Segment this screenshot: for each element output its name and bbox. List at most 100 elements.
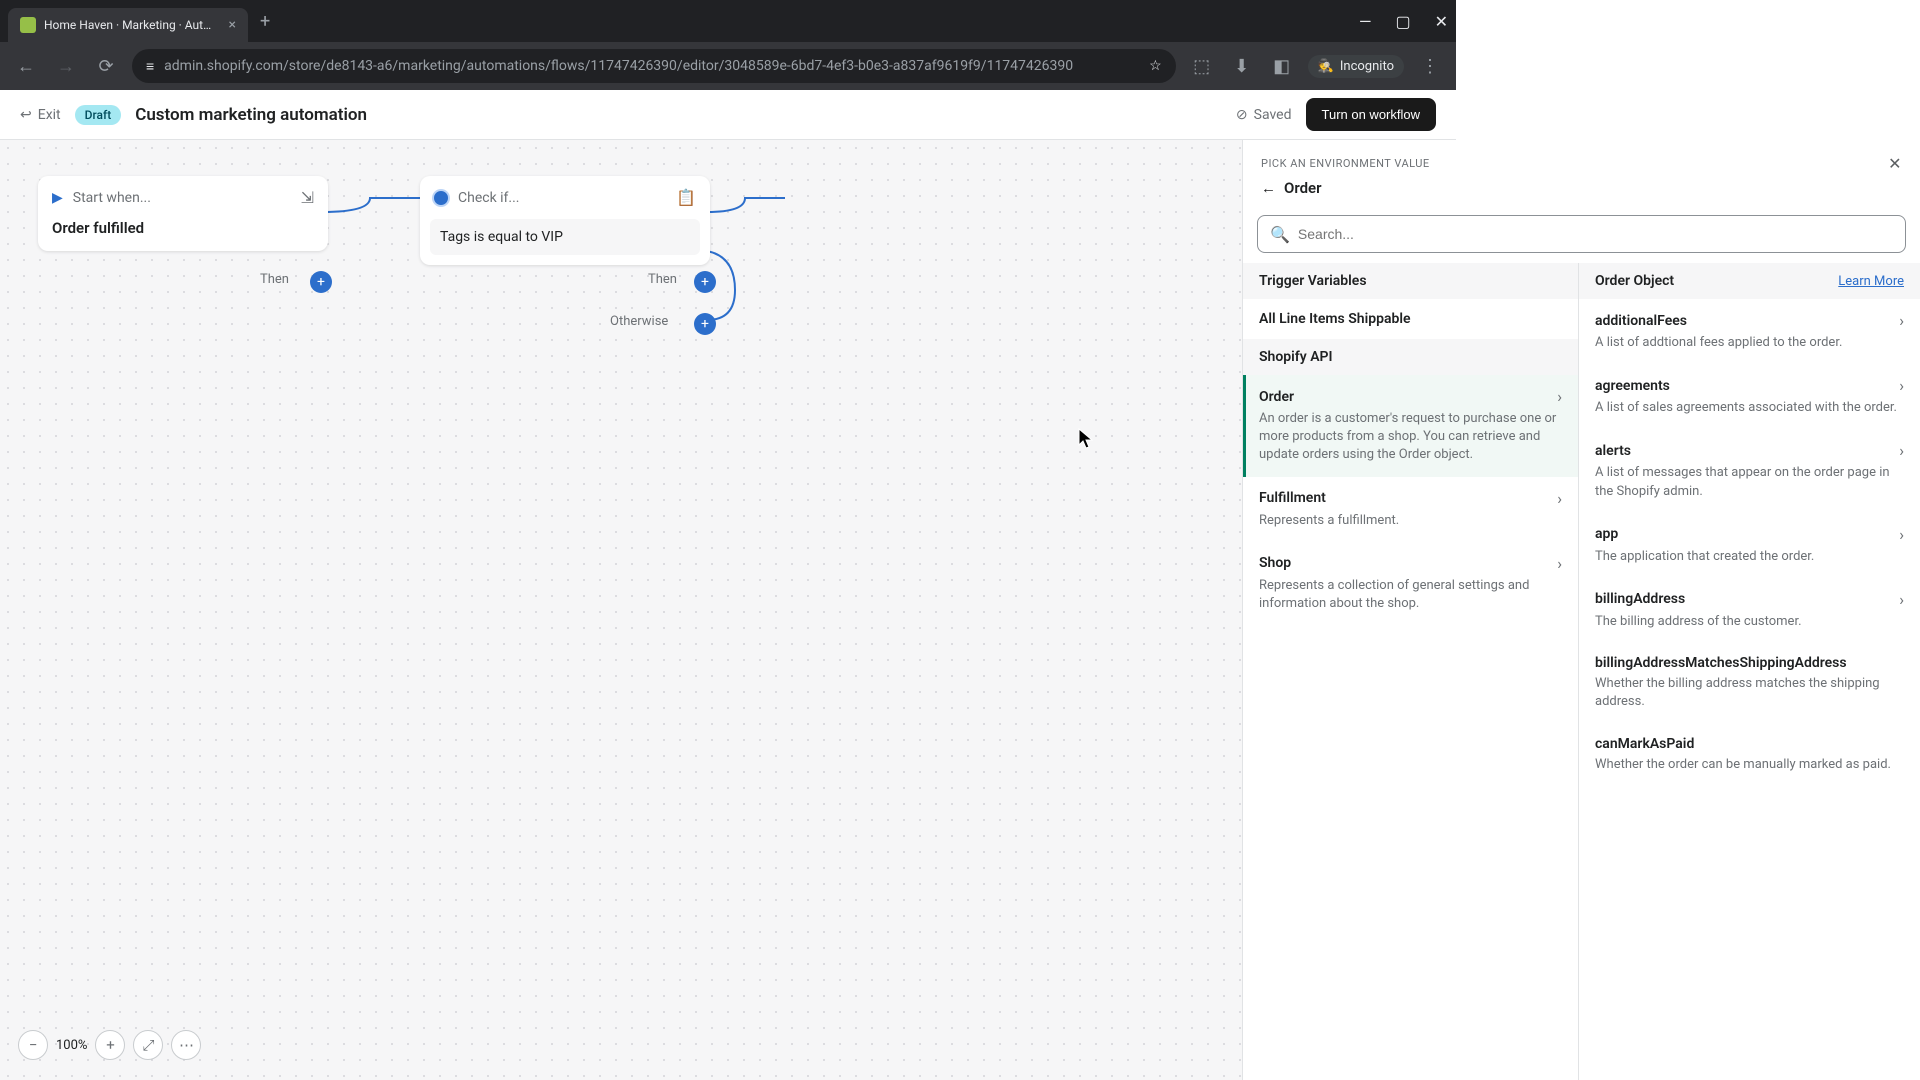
forward-button[interactable]: → bbox=[52, 52, 80, 80]
search-input[interactable] bbox=[1298, 226, 1893, 242]
chevron-right-icon: › bbox=[1557, 489, 1562, 508]
variable-description: Represents a fulfillment. bbox=[1259, 512, 1562, 530]
browser-tab-strip: Home Haven · Marketing · Aut… × + — ▢ ✕ bbox=[0, 0, 1456, 42]
new-tab-button[interactable]: + bbox=[260, 11, 270, 32]
add-step-button[interactable]: + bbox=[694, 271, 716, 293]
tab-title: Home Haven · Marketing · Aut… bbox=[44, 18, 211, 32]
variable-name: agreements bbox=[1595, 378, 1670, 394]
close-panel-icon[interactable]: ✕ bbox=[1888, 154, 1902, 173]
variable-description: A list of sales agreements associated wi… bbox=[1595, 399, 1904, 417]
trigger-variables-header: Trigger Variables bbox=[1243, 263, 1578, 299]
browser-menu-icon[interactable]: ⋮ bbox=[1416, 52, 1444, 80]
start-node-title: Start when... bbox=[73, 190, 151, 206]
close-window-icon[interactable]: ✕ bbox=[1435, 12, 1448, 31]
variable-item[interactable]: Order › An order is a customer's request t… bbox=[1243, 375, 1578, 477]
downloads-icon[interactable]: ⬇ bbox=[1228, 52, 1256, 80]
variable-description: The billing address of the customer. bbox=[1595, 613, 1904, 631]
variable-description: The application that created the order. bbox=[1595, 548, 1904, 566]
variable-item[interactable]: Shop›Represents a collection of general … bbox=[1243, 542, 1578, 625]
chevron-right-icon: › bbox=[1899, 376, 1904, 395]
back-button[interactable]: ← bbox=[12, 52, 40, 80]
chevron-right-icon: › bbox=[1899, 441, 1904, 460]
incognito-label: Incognito bbox=[1340, 59, 1394, 74]
variable-item[interactable]: app›The application that created the ord… bbox=[1579, 513, 1920, 578]
condition-dot-icon bbox=[434, 191, 448, 205]
zoom-out-button[interactable]: − bbox=[18, 1030, 48, 1060]
url-text: admin.shopify.com/store/de8143-a6/market… bbox=[164, 58, 1073, 74]
otherwise-label: Otherwise bbox=[610, 314, 668, 329]
check-node[interactable]: Check if... 📋 Tags is equal to VIP bbox=[420, 176, 710, 265]
then-label: Then bbox=[260, 272, 289, 287]
reload-button[interactable]: ⟳ bbox=[92, 52, 120, 80]
variable-name: canMarkAsPaid bbox=[1595, 736, 1694, 752]
variable-description: An order is a customer's request to purc… bbox=[1259, 410, 1562, 465]
saved-label: Saved bbox=[1254, 107, 1292, 123]
variable-description: Whether the billing address matches the … bbox=[1595, 675, 1904, 711]
clipboard-icon[interactable]: 📋 bbox=[676, 188, 696, 207]
variable-fields-column: Order Object Learn More additionalFees›A… bbox=[1579, 263, 1920, 1080]
add-step-button[interactable]: + bbox=[310, 271, 332, 293]
sidepanel-icon[interactable]: ◧ bbox=[1268, 52, 1296, 80]
chevron-right-icon: › bbox=[1899, 590, 1904, 609]
variable-name: additionalFees bbox=[1595, 313, 1687, 329]
saved-status: ⊘ Saved bbox=[1236, 107, 1292, 123]
variable-name: billingAddress bbox=[1595, 591, 1685, 607]
add-step-button[interactable]: + bbox=[694, 313, 716, 335]
exit-button[interactable]: ↩ Exit bbox=[20, 107, 61, 123]
browser-tab[interactable]: Home Haven · Marketing · Aut… × bbox=[8, 8, 248, 42]
variable-name: alerts bbox=[1595, 443, 1631, 459]
incognito-badge: 🕵 Incognito bbox=[1308, 55, 1404, 78]
star-icon[interactable]: ☆ bbox=[1149, 58, 1162, 74]
variable-picker-panel: PICK AN ENVIRONMENT VALUE ✕ ← Order 🔍 Tr… bbox=[1242, 140, 1920, 1080]
variable-name: Order bbox=[1259, 389, 1294, 405]
maximize-icon[interactable]: ▢ bbox=[1395, 12, 1410, 31]
variable-name: Fulfillment bbox=[1259, 490, 1326, 506]
learn-more-link[interactable]: Learn More bbox=[1838, 274, 1904, 289]
more-options-button[interactable]: ⋯ bbox=[171, 1030, 201, 1060]
variable-name: app bbox=[1595, 526, 1618, 542]
zoom-controls: − 100% + ⤢ ⋯ bbox=[18, 1030, 201, 1060]
variable-description: A list of messages that appear on the or… bbox=[1595, 464, 1904, 500]
variable-name: billingAddressMatchesShippingAddress bbox=[1595, 655, 1847, 671]
turn-on-workflow-button[interactable]: Turn on workflow bbox=[1306, 98, 1437, 131]
variable-name: All Line Items Shippable bbox=[1259, 311, 1411, 327]
variable-description: Whether the order can be manually marked… bbox=[1595, 756, 1904, 774]
variable-item[interactable]: alerts › A list of messages that appear on… bbox=[1579, 429, 1920, 512]
variable-item[interactable]: All Line Items Shippable bbox=[1243, 299, 1578, 339]
check-node-title: Check if... bbox=[458, 190, 520, 206]
fit-view-button[interactable]: ⤢ bbox=[133, 1030, 163, 1060]
start-node-body: Order fulfilled bbox=[38, 219, 328, 251]
zoom-in-button[interactable]: + bbox=[95, 1030, 125, 1060]
exit-arrow-icon: ↩ bbox=[20, 107, 32, 123]
saved-check-icon: ⊘ bbox=[1236, 107, 1248, 123]
search-box[interactable]: 🔍 bbox=[1257, 215, 1906, 253]
variable-description: A list of addtional fees applied to the … bbox=[1595, 334, 1904, 352]
page-title: Custom marketing automation bbox=[135, 105, 367, 125]
site-info-icon[interactable]: ≡ bbox=[146, 58, 154, 75]
connector-line bbox=[695, 190, 795, 330]
variable-categories-column: Trigger Variables All Line Items Shippab… bbox=[1243, 263, 1579, 1080]
panel-breadcrumb-label: Order bbox=[1284, 179, 1322, 197]
variable-item[interactable]: billingAddress › The billing address of th… bbox=[1579, 578, 1920, 643]
tab-close-icon[interactable]: × bbox=[229, 17, 236, 33]
chevron-right-icon: › bbox=[1557, 387, 1562, 406]
zoom-level: 100% bbox=[56, 1038, 87, 1053]
play-icon: ▶ bbox=[52, 190, 63, 206]
chevron-right-icon: › bbox=[1899, 311, 1904, 330]
panel-back-icon[interactable]: ← bbox=[1261, 179, 1276, 197]
tab-favicon bbox=[20, 17, 36, 33]
draft-badge: Draft bbox=[75, 105, 122, 125]
import-icon[interactable]: ⇲ bbox=[301, 188, 314, 207]
url-bar[interactable]: ≡ admin.shopify.com/store/de8143-a6/mark… bbox=[132, 49, 1176, 83]
chevron-right-icon: › bbox=[1557, 554, 1562, 573]
minimize-icon[interactable]: — bbox=[1359, 12, 1372, 31]
extensions-icon[interactable]: ⬚ bbox=[1188, 52, 1216, 80]
variable-item[interactable]: billingAddressMatchesShippingAddress Whet… bbox=[1579, 643, 1920, 723]
variable-item[interactable]: agreements › A list of sales agreements as… bbox=[1579, 364, 1920, 429]
search-icon: 🔍 bbox=[1270, 225, 1290, 244]
start-node[interactable]: ▶ Start when... ⇲ Order fulfilled bbox=[38, 176, 328, 251]
variable-item[interactable]: canMarkAsPaid Whether the order can be ma… bbox=[1579, 724, 1920, 786]
variable-item[interactable]: additionalFees › A list of addtional fees … bbox=[1579, 299, 1920, 364]
variable-item[interactable]: Fulfillment › Represents a fulfillment. bbox=[1243, 477, 1578, 542]
browser-toolbar: ← → ⟳ ≡ admin.shopify.com/store/de8143-a… bbox=[0, 42, 1456, 90]
